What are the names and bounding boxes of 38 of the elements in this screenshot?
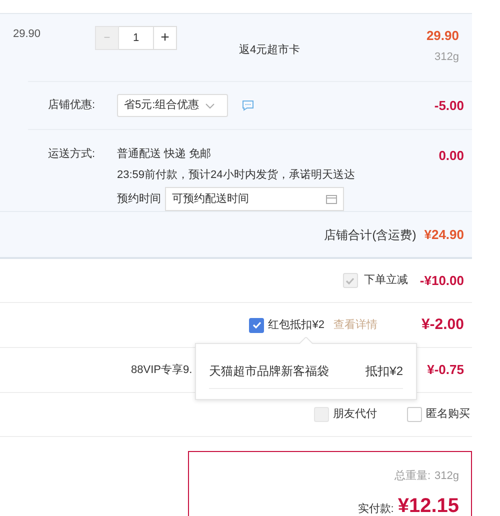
check-icon (252, 320, 262, 330)
plus-button[interactable]: + (153, 26, 177, 50)
weight-label: 总重量: (394, 469, 431, 484)
vip-label: 88VIP专享9. (131, 362, 192, 378)
option-label: 匿名购买 (426, 407, 470, 422)
popup-item-name: 天猫超市品牌新客福袋 (209, 363, 329, 380)
quantity-field[interactable]: 1 (119, 26, 153, 50)
item-weight: 312g (434, 50, 459, 64)
discount-amount: -5.00 (434, 96, 464, 115)
vip-amount: ¥-0.75 (427, 361, 464, 380)
date-field[interactable]: 可预约配送时间 (165, 187, 344, 211)
calendar-icon (326, 194, 337, 204)
shipping-amount: 0.00 (438, 147, 464, 165)
checkbox[interactable] (249, 318, 264, 332)
shipping-note: 23:59前付款，预计24小时内发货，承诺明天送达 (117, 168, 355, 182)
field-label: 运送方式: (48, 146, 96, 162)
shop-total-amount: ¥24.90 (424, 226, 464, 244)
shop-total-label: 店铺合计(含运费) (324, 226, 416, 244)
promo-text: 返4元超市卡 (239, 42, 300, 58)
instant-discount-amount: -¥10.00 (420, 272, 464, 290)
discount-select[interactable]: 省5元:组合优惠 (117, 94, 228, 117)
check-icon (345, 276, 356, 286)
option-label: 朋友代付 (333, 407, 377, 422)
pay-amount: ¥12.15 (398, 494, 459, 516)
coupon-amount: ¥-2.00 (421, 314, 464, 335)
field-label: 预约时间 (117, 192, 161, 207)
field-label: 店铺优惠: (48, 98, 96, 114)
item-total: 29.90 (426, 27, 459, 45)
popup-deduct: 抵扣¥2 (366, 363, 403, 380)
unit-price: 29.90 (13, 27, 42, 42)
checkbox[interactable] (407, 407, 422, 422)
shipping-method: 普通配送 快递 免邮 (117, 146, 212, 162)
pay-label: 实付款: (358, 502, 394, 516)
caret-icon (205, 102, 216, 108)
weight-value: 312g (434, 469, 459, 484)
discount-label: 下单立减 (364, 272, 408, 288)
chat-icon[interactable] (242, 100, 254, 111)
coupon-label: 红包抵扣¥2 (268, 318, 324, 333)
